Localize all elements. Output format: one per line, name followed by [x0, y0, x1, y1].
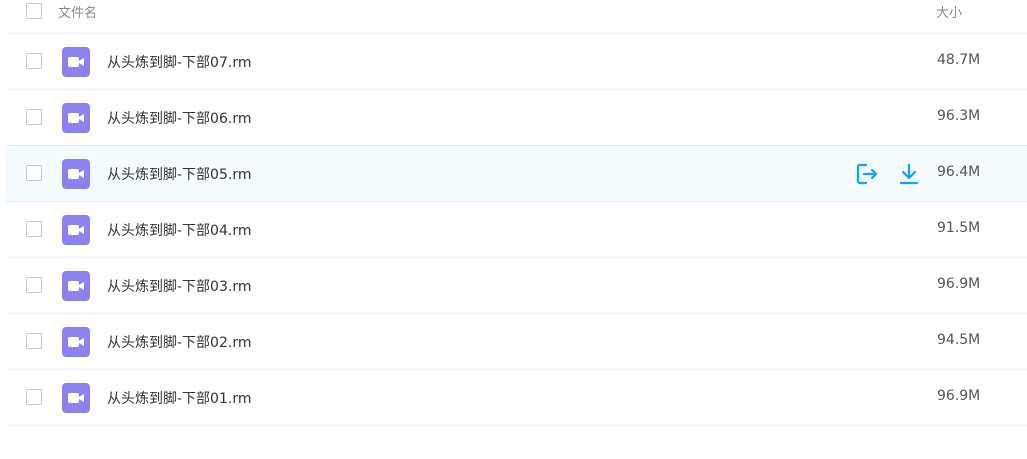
file-table: 文件名 大小 从头炼到脚-下部07.rm 48.7M 从头炼到脚-下部06.rm…: [6, 0, 1027, 426]
share-icon[interactable]: [855, 162, 879, 186]
video-icon: [62, 215, 90, 245]
file-size: 48.7M: [937, 52, 981, 68]
file-size: 96.9M: [937, 276, 981, 292]
file-name[interactable]: 从头炼到脚-下部01.rm: [107, 388, 251, 408]
row-checkbox[interactable]: [26, 109, 42, 125]
row-checkbox[interactable]: [26, 165, 42, 181]
table-header: 文件名 大小: [6, 0, 1027, 34]
table-row[interactable]: 从头炼到脚-下部02.rm 94.5M: [6, 314, 1027, 370]
file-size: 91.5M: [937, 220, 981, 236]
row-checkbox[interactable]: [26, 53, 42, 69]
file-name[interactable]: 从头炼到脚-下部02.rm: [107, 332, 251, 352]
table-row[interactable]: 从头炼到脚-下部01.rm 96.9M: [6, 370, 1027, 426]
table-row[interactable]: 从头炼到脚-下部07.rm 48.7M: [6, 34, 1027, 90]
file-size: 94.5M: [937, 332, 981, 348]
file-size: 96.4M: [937, 164, 981, 180]
file-size: 96.3M: [937, 108, 981, 124]
file-name[interactable]: 从头炼到脚-下部03.rm: [107, 276, 251, 296]
column-header-size[interactable]: 大小: [936, 2, 962, 21]
row-checkbox[interactable]: [26, 389, 42, 405]
table-row[interactable]: 从头炼到脚-下部05.rm 96.4M: [6, 145, 1027, 202]
video-icon: [62, 271, 90, 301]
video-icon: [62, 383, 90, 413]
row-checkbox[interactable]: [26, 221, 42, 237]
file-size: 96.9M: [937, 388, 981, 404]
table-row[interactable]: 从头炼到脚-下部06.rm 96.3M: [6, 90, 1027, 146]
table-row[interactable]: 从头炼到脚-下部04.rm 91.5M: [6, 202, 1027, 258]
video-icon: [62, 47, 90, 77]
file-name[interactable]: 从头炼到脚-下部06.rm: [107, 108, 251, 128]
download-icon[interactable]: [897, 162, 921, 186]
file-name[interactable]: 从头炼到脚-下部07.rm: [107, 52, 251, 72]
select-all-checkbox[interactable]: [26, 3, 42, 19]
file-name[interactable]: 从头炼到脚-下部05.rm: [107, 164, 251, 184]
row-checkbox[interactable]: [26, 277, 42, 293]
table-row[interactable]: 从头炼到脚-下部03.rm 96.9M: [6, 258, 1027, 314]
video-icon: [62, 159, 90, 189]
row-checkbox[interactable]: [26, 333, 42, 349]
video-icon: [62, 103, 90, 133]
video-icon: [62, 327, 90, 357]
column-header-name[interactable]: 文件名: [58, 2, 97, 21]
file-name[interactable]: 从头炼到脚-下部04.rm: [107, 220, 251, 240]
